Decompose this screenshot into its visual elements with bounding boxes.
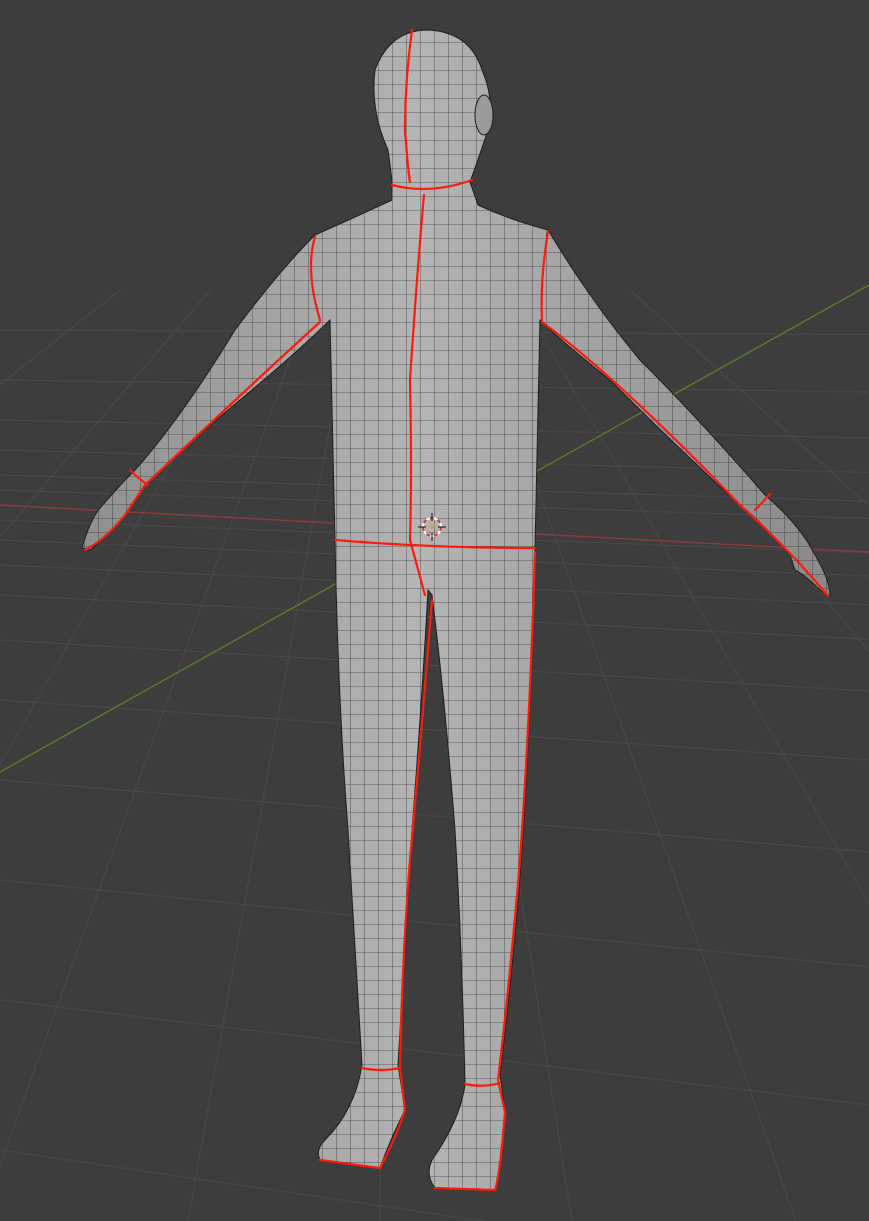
viewport-canvas[interactable] <box>0 0 869 1221</box>
grid-line <box>0 779 869 853</box>
grid-line <box>0 999 869 1106</box>
grid-line <box>0 289 271 766</box>
grid-line <box>0 879 869 968</box>
human-mesh[interactable] <box>0 0 869 1221</box>
grid-line <box>0 699 869 761</box>
seam-right-arm <box>540 320 830 598</box>
mesh-wireframe <box>82 30 830 1190</box>
grid-line <box>187 289 355 1221</box>
grid-line <box>0 639 869 692</box>
mesh-ear <box>474 94 494 136</box>
grid-line <box>569 289 869 653</box>
3d-viewport[interactable] <box>0 0 869 1221</box>
grid-line <box>0 289 316 1167</box>
grid-line <box>0 289 121 386</box>
